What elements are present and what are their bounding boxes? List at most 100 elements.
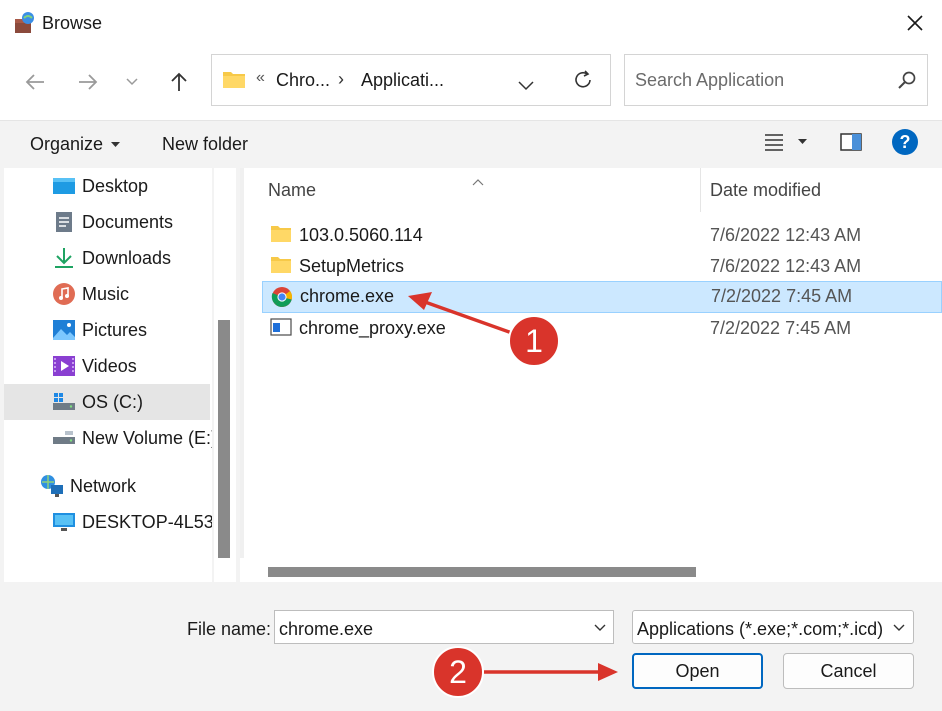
documents-icon	[52, 210, 76, 234]
sidebar-item-desktop-4l537[interactable]: DESKTOP-4L537	[4, 504, 212, 540]
help-button[interactable]: ?	[892, 129, 918, 155]
sidebar-item-desktop[interactable]: Desktop	[4, 168, 210, 204]
sidebar-item-label: DESKTOP-4L537	[82, 512, 212, 532]
sidebar-item-label: OS (C:)	[82, 392, 143, 412]
sidebar-item-label: Music	[82, 284, 130, 304]
network-icon	[40, 474, 64, 498]
view-options-button[interactable]	[764, 133, 807, 151]
app-box-icon	[12, 11, 36, 35]
exe-icon	[270, 317, 292, 339]
sidebar-item-network[interactable]: Network	[4, 468, 210, 504]
sidebar-item-label: Downloads	[82, 248, 172, 268]
recent-locations-button[interactable]	[114, 64, 150, 100]
file-name: 103.0.5060.114	[299, 225, 423, 245]
file-row-selected[interactable]: chrome.exe 7/2/2022 7:45 AM	[262, 281, 942, 313]
sidebar-item-videos[interactable]: Videos	[4, 348, 210, 384]
column-header-name[interactable]: Name	[268, 180, 316, 201]
file-name-field[interactable]: chrome.exe	[279, 619, 373, 640]
navigation-pane: Desktop Documents Downloads Music Pictur…	[4, 168, 212, 582]
open-button-label: Open	[675, 660, 720, 681]
chevron-down-icon	[126, 78, 138, 86]
file-name-label: File name:	[187, 619, 272, 639]
sidebar-item-documents[interactable]: Documents	[4, 204, 210, 240]
navigation-scrollbar-thumb[interactable]	[218, 320, 230, 558]
cancel-button[interactable]: Cancel	[783, 653, 914, 689]
breadcrumb-chrome[interactable]: Chro...	[276, 70, 330, 91]
preview-pane-icon	[840, 133, 862, 151]
folder-icon	[270, 224, 292, 246]
pane-divider[interactable]	[240, 168, 244, 582]
refresh-button[interactable]	[572, 69, 594, 96]
breadcrumb-application[interactable]: Applicati...	[361, 70, 444, 91]
file-date: 7/6/2022 12:43 AM	[710, 225, 862, 245]
back-arrow-icon	[25, 74, 44, 90]
close-button[interactable]	[896, 4, 934, 42]
refresh-icon	[575, 70, 591, 88]
sidebar-item-label: Documents	[82, 212, 174, 232]
sidebar-item-music[interactable]: Music	[4, 276, 210, 312]
forward-arrow-icon	[79, 74, 98, 90]
close-icon	[907, 15, 923, 31]
file-date: 7/2/2022 7:45 AM	[710, 318, 852, 338]
cancel-button-label: Cancel	[820, 660, 877, 681]
folder-icon	[270, 255, 292, 277]
column-divider[interactable]	[700, 168, 701, 212]
computer-icon	[52, 510, 76, 534]
organize-label: Organize	[30, 134, 104, 154]
downloads-icon	[52, 246, 76, 270]
caret-down-icon	[798, 139, 807, 144]
search-box[interactable]	[624, 54, 928, 106]
chevron-down-icon[interactable]	[594, 624, 606, 632]
help-icon: ?	[899, 131, 911, 152]
sort-ascending-icon	[472, 170, 484, 191]
address-overflow[interactable]: «	[256, 69, 265, 87]
new-folder-button[interactable]: New folder	[162, 134, 248, 155]
sidebar-item-pictures[interactable]: Pictures	[4, 312, 210, 348]
sidebar-item-label: Network	[70, 476, 137, 496]
organize-button[interactable]: Organize	[30, 134, 121, 155]
file-type-select[interactable]: Applications (*.exe;*.com;*.icd)	[632, 610, 914, 644]
desktop-icon	[52, 174, 76, 198]
file-name-combobox[interactable]: chrome.exe	[274, 610, 614, 644]
step-1-badge: 1	[508, 315, 560, 367]
file-name: SetupMetrics	[299, 256, 405, 276]
title-bar	[0, 0, 942, 46]
sidebar-item-os-c[interactable]: OS (C:)	[4, 384, 210, 420]
up-button[interactable]	[161, 64, 197, 100]
address-bar[interactable]: « Chro... › Applicati...	[211, 54, 611, 106]
drive-icon	[52, 426, 76, 450]
forward-button[interactable]	[70, 64, 106, 100]
file-type-value: Applications (*.exe;*.com;*.icd)	[637, 619, 884, 639]
pictures-icon	[52, 318, 76, 342]
chevron-down-icon	[518, 81, 534, 91]
preview-pane-button[interactable]	[840, 133, 862, 156]
file-list: Name Date modified 103.0.5060.114 7/6/20…	[240, 168, 942, 582]
sidebar-item-label: Videos	[82, 356, 137, 376]
file-row[interactable]: 103.0.5060.114 7/6/2022 12:43 AM	[262, 220, 942, 250]
file-row[interactable]: chrome_proxy.exe 7/2/2022 7:45 AM	[262, 313, 942, 343]
up-arrow-icon	[171, 72, 187, 91]
open-button[interactable]: Open	[632, 653, 763, 689]
file-date: 7/2/2022 7:45 AM	[711, 286, 853, 306]
column-header-date-modified[interactable]: Date modified	[710, 180, 821, 201]
sidebar-item-downloads[interactable]: Downloads	[4, 240, 210, 276]
drive-icon	[52, 390, 76, 414]
sidebar-item-label: New Volume (E:)	[82, 428, 212, 448]
caret-down-icon	[111, 141, 121, 147]
chevron-down-icon	[893, 624, 905, 631]
search-input[interactable]	[635, 67, 885, 93]
horizontal-scrollbar-thumb[interactable]	[268, 567, 696, 577]
step-2-badge: 2	[432, 646, 484, 698]
address-dropdown-button[interactable]	[518, 75, 534, 96]
breadcrumb-separator[interactable]: ›	[338, 69, 344, 90]
search-icon	[897, 70, 917, 95]
sidebar-item-new-volume-e[interactable]: New Volume (E:)	[4, 420, 212, 456]
list-view-icon	[765, 134, 783, 151]
file-row[interactable]: SetupMetrics 7/6/2022 12:43 AM	[262, 251, 942, 281]
sidebar-item-label: Desktop	[82, 176, 149, 196]
folder-icon	[222, 69, 246, 89]
file-name: chrome.exe	[300, 286, 395, 306]
videos-icon	[52, 354, 76, 378]
window-title: Browse	[42, 13, 103, 33]
back-button[interactable]	[17, 64, 53, 100]
